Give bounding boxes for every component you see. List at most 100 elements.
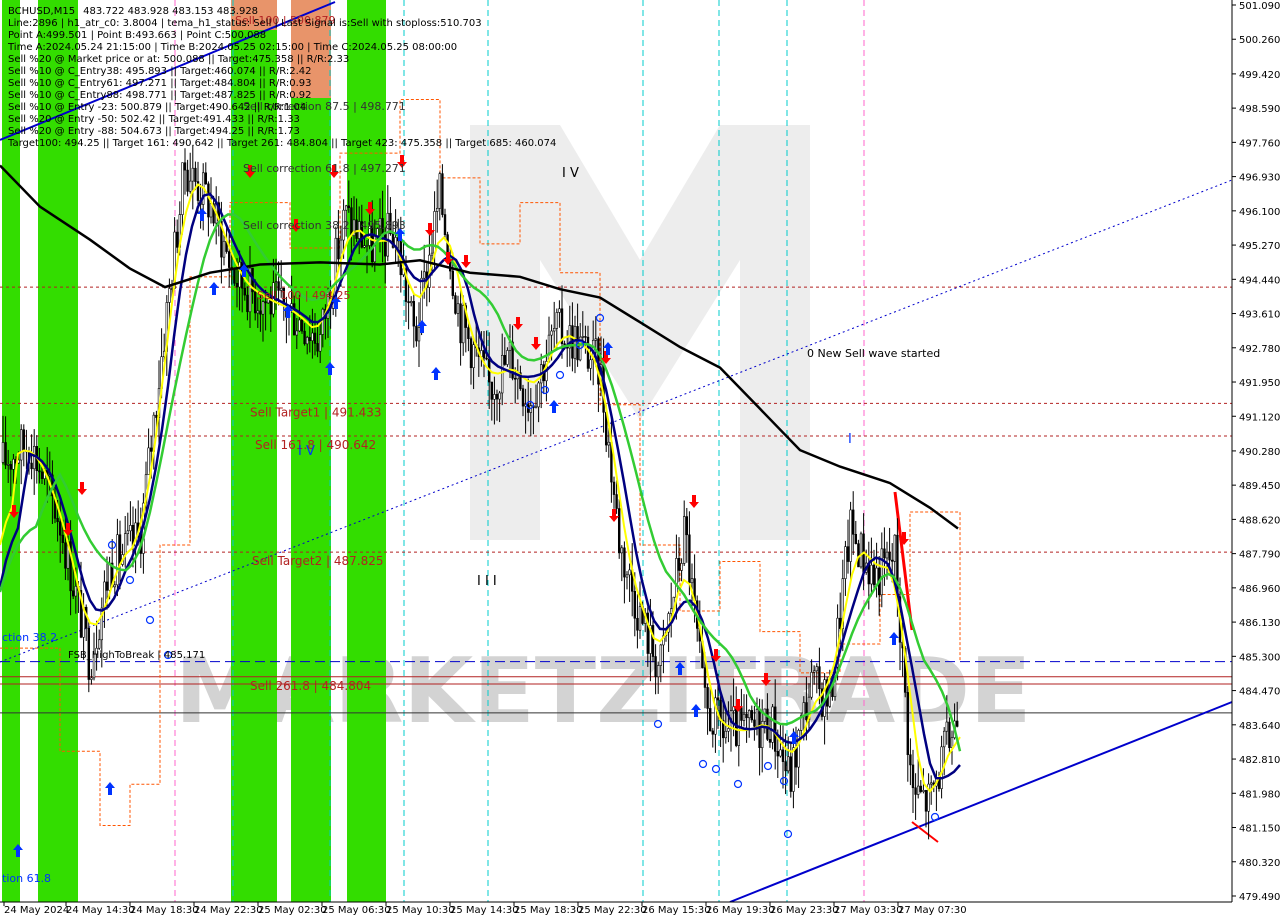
- candle-body: [768, 739, 772, 743]
- candle-body: [929, 782, 933, 785]
- y-tick-label: 482.810: [1239, 755, 1280, 766]
- info-line: Sell %20 @ Entry -50: 502.42 || Target:4…: [8, 114, 300, 125]
- candle-body: [706, 687, 709, 709]
- candle-body: [914, 787, 917, 795]
- candle-body: [794, 747, 798, 768]
- candle-body: [703, 667, 707, 688]
- candle-body: [682, 516, 686, 564]
- candle-body: [6, 464, 10, 466]
- candle-body: [313, 332, 317, 344]
- x-tick-label: 27 May 07:30: [898, 905, 967, 916]
- y-tick-label: 479.490: [1239, 892, 1280, 903]
- candle-body: [9, 464, 12, 470]
- x-tick-label: 24 May 22:30: [194, 905, 263, 916]
- y-tick-label: 496.930: [1239, 173, 1280, 184]
- candle-body: [19, 429, 23, 461]
- candle-body: [708, 708, 712, 732]
- candle-body: [108, 562, 111, 591]
- candle-body: [615, 494, 618, 509]
- candle-body: [628, 569, 631, 576]
- level-label-261: Sell 261.8 | 484.804: [250, 679, 371, 693]
- candle-body: [552, 328, 556, 332]
- info-line: Sell %20 @ Market price or at: 500.088 |…: [8, 54, 349, 65]
- candle-body: [321, 308, 324, 335]
- candle-body: [451, 270, 454, 296]
- candle-body: [680, 563, 683, 571]
- price-chart[interactable]: MARKETZITRADE 491.433490.642487.825484.8…: [0, 0, 1280, 920]
- candle-body: [56, 518, 59, 522]
- candle-body: [659, 644, 663, 666]
- candle-body: [916, 785, 920, 795]
- x-tick-label: 24 May 18:30: [130, 905, 199, 916]
- y-tick-label: 481.150: [1239, 824, 1280, 835]
- candle-body: [656, 665, 660, 678]
- candle-body: [189, 180, 192, 192]
- candle-body: [638, 606, 642, 631]
- y-tick-label: 491.950: [1239, 378, 1280, 389]
- candle-body: [485, 357, 488, 360]
- candle-body: [716, 697, 720, 701]
- candle-body: [417, 327, 421, 342]
- sell-100-label: Sell 100 | 494.25: [257, 289, 351, 302]
- correction-label: Sell correction 61.8 | 497.271: [243, 162, 406, 175]
- candle-body: [854, 534, 858, 544]
- candle-body: [617, 508, 621, 554]
- y-tick-label: 496.100: [1239, 207, 1280, 218]
- candle-body: [456, 303, 460, 314]
- candle-body: [420, 277, 423, 328]
- candle-body: [942, 730, 946, 748]
- candle-body: [779, 749, 782, 757]
- info-line: Sell %20 @ Entry -88: 504.673 || Target:…: [8, 126, 300, 137]
- candle-body: [300, 319, 304, 332]
- info-line: Sell %10 @ C_Entry88: 498.771 || Target:…: [8, 90, 311, 101]
- x-tick-label: 25 May 14:30: [450, 905, 519, 916]
- info-line: Sell %10 @ C_Entry38: 495.893 || Target:…: [8, 66, 311, 77]
- y-tick-label: 498.590: [1239, 104, 1280, 115]
- candle-body: [498, 392, 501, 400]
- chart-canvas[interactable]: MARKETZITRADE 491.433490.642487.825484.8…: [0, 0, 1280, 920]
- info-line: Line:2896 | h1_atr_c0: 3.8004 | tema_h1_…: [8, 18, 482, 29]
- x-tick-label: 25 May 10:30: [386, 905, 455, 916]
- candle-body: [246, 294, 249, 313]
- candle-body: [677, 558, 681, 571]
- level-label-target2: Sell Target2 | 487.825: [252, 554, 384, 568]
- candle-body: [607, 441, 611, 446]
- y-tick-label: 489.450: [1239, 481, 1280, 492]
- candle-body: [625, 574, 629, 578]
- candle-body: [537, 382, 540, 408]
- candle-body: [467, 327, 470, 339]
- x-tick-label: 27 May 03:30: [834, 905, 903, 916]
- candle-body: [883, 548, 886, 559]
- candle-body: [461, 305, 465, 344]
- candle-body: [303, 330, 306, 345]
- candle-body: [851, 509, 855, 535]
- candle-body: [90, 677, 93, 680]
- wave-count-label: I I I: [477, 574, 497, 589]
- candle-body: [584, 336, 587, 338]
- candle-body: [261, 301, 265, 315]
- candle-body: [888, 551, 891, 561]
- candle-body: [155, 414, 158, 418]
- candle-body: [186, 169, 189, 192]
- candle-body: [472, 344, 475, 369]
- candle-body: [810, 672, 813, 698]
- x-tick-label: 26 May 19:30: [706, 905, 775, 916]
- candle-body: [506, 350, 509, 365]
- x-tick-label: 25 May 02:30: [258, 905, 327, 916]
- candle-body: [438, 173, 441, 209]
- candle-body: [745, 713, 748, 719]
- candle-body: [802, 702, 806, 717]
- y-tick-label: 495.270: [1239, 241, 1280, 252]
- y-tick-label: 490.280: [1239, 447, 1280, 458]
- wave-count-label: I V: [562, 166, 579, 181]
- candle-body: [118, 534, 122, 565]
- candle-body: [64, 542, 67, 569]
- candle-body: [805, 702, 808, 721]
- candle-body: [40, 471, 44, 479]
- correction-label: tion 61.8: [2, 872, 51, 885]
- candle-body: [740, 707, 743, 721]
- candle-body: [32, 446, 36, 470]
- candle-body: [688, 534, 691, 584]
- candle-body: [183, 162, 187, 171]
- candle-body: [422, 271, 426, 279]
